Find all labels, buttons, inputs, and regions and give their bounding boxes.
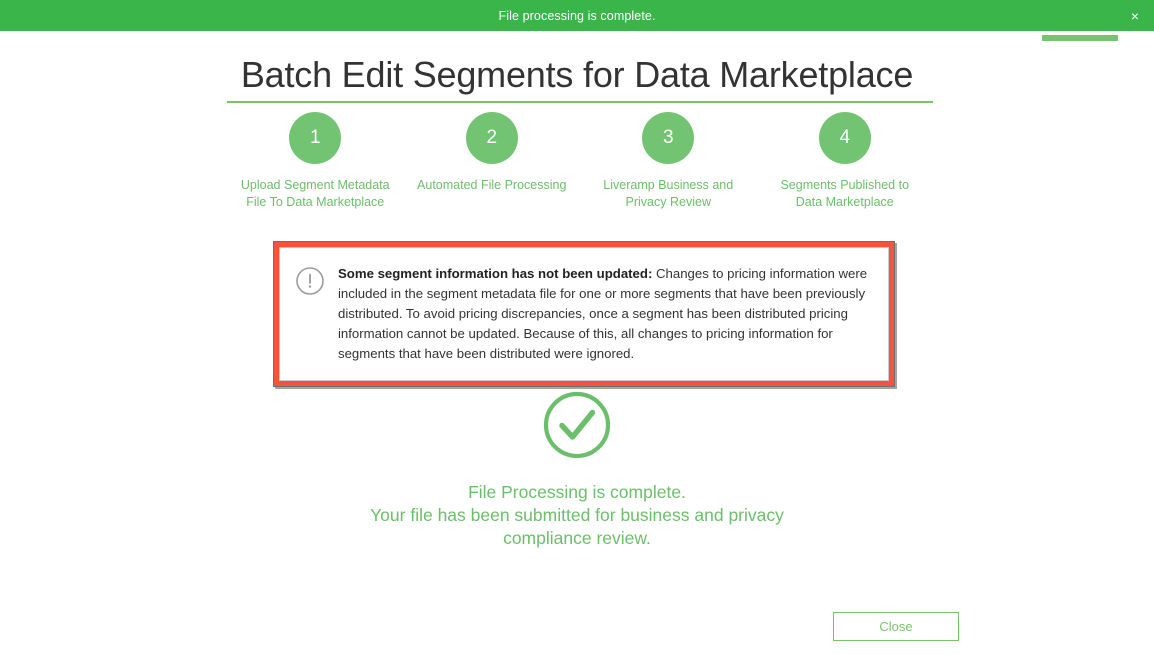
step-2-label: Automated File Processing xyxy=(417,178,567,192)
warning-alert-title: Some segment information has not been up… xyxy=(338,266,653,281)
success-message-line-1: File Processing is complete. xyxy=(468,482,686,502)
check-circle-icon xyxy=(542,390,612,460)
page-title: Batch Edit Segments for Data Marketplace xyxy=(240,54,914,95)
step-3-label: Liveramp Business and Privacy Review xyxy=(603,178,734,209)
step-1-number: 1 xyxy=(289,112,342,164)
step-4-label: Segments Published to Data Marketplace xyxy=(780,178,910,209)
warning-alert-border: Some segment information has not been up… xyxy=(274,242,894,386)
success-message: File Processing is complete. Your file h… xyxy=(0,481,1154,550)
step-4[interactable]: 4 Segments Published to Data Marketplace xyxy=(757,112,934,211)
warning-alert-text: Some segment information has not been up… xyxy=(338,264,870,364)
step-2-number: 2 xyxy=(465,112,518,164)
step-1[interactable]: 1 Upload Segment Metadata File To Data M… xyxy=(227,112,404,211)
title-divider xyxy=(227,101,933,103)
warning-alert-content: Some segment information has not been up… xyxy=(279,247,889,381)
success-message-line-2: Your file has been submitted for busines… xyxy=(370,505,784,525)
step-4-number: 4 xyxy=(818,112,871,164)
step-2[interactable]: 2 Automated File Processing xyxy=(404,112,581,211)
step-3[interactable]: 3 Liveramp Business and Privacy Review xyxy=(580,112,757,211)
upload-progress-fill xyxy=(1042,35,1118,41)
step-1-label: Upload Segment Metadata File To Data Mar… xyxy=(240,178,390,209)
close-icon[interactable]: × xyxy=(1126,7,1144,25)
exclamation-circle-icon xyxy=(295,266,325,296)
upload-progress-bar xyxy=(1042,35,1118,41)
close-button[interactable]: Close xyxy=(833,612,959,641)
notification-banner-message: File processing is complete. xyxy=(498,8,656,23)
warning-alert: Some segment information has not been up… xyxy=(273,241,895,387)
progress-stepper: 1 Upload Segment Metadata File To Data M… xyxy=(227,112,933,211)
success-message-line-3: compliance review. xyxy=(503,528,651,548)
notification-banner: File processing is complete. × xyxy=(0,0,1154,31)
step-3-number: 3 xyxy=(642,112,695,164)
